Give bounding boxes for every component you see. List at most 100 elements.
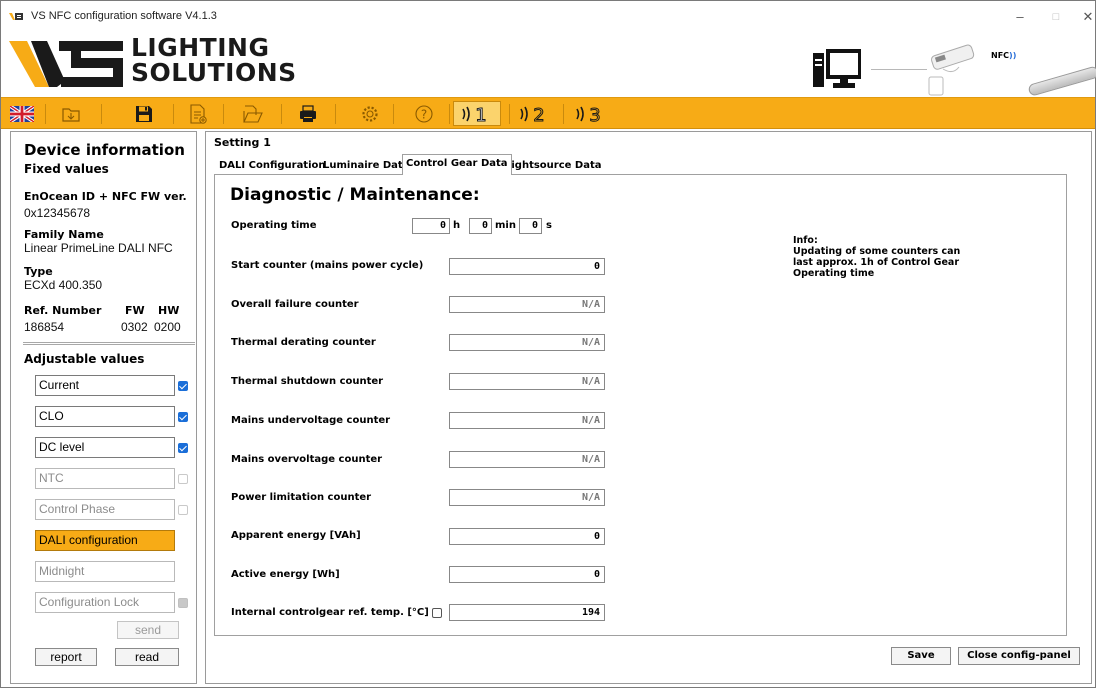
adjustable-clo[interactable]: CLO (35, 406, 175, 427)
close-config-panel-button[interactable]: Close config-panel (958, 647, 1080, 665)
adjustable-values-heading: Adjustable values (24, 352, 145, 366)
brand-wordmark: LIGHTING SOLUTIONS (131, 35, 297, 85)
internal-temp-field[interactable]: 194 (449, 604, 605, 621)
help-icon[interactable]: ? (409, 101, 439, 126)
clo-checkbox[interactable] (178, 412, 188, 422)
overall-failure-field[interactable]: N/A (449, 296, 605, 313)
app-window: VS NFC configuration software V4.1.3 – □… (0, 0, 1096, 688)
internal-temp-checkbox[interactable] (432, 608, 442, 618)
svg-text:2: 2 (533, 105, 544, 125)
report-button[interactable]: report (35, 648, 97, 666)
info-line: last approx. 1h of Control Gear (793, 257, 959, 268)
adjustable-dc-level[interactable]: DC level (35, 437, 175, 458)
overall-failure-label: Overall failure counter (231, 299, 359, 310)
save-button[interactable]: Save (891, 647, 951, 665)
start-counter-label: Start counter (mains power cycle) (231, 260, 424, 271)
info-note: Info: Updating of some counters can last… (793, 235, 973, 279)
active-energy-field[interactable]: 0 (449, 566, 605, 583)
type-value: ECXd 400.350 (24, 278, 103, 292)
internal-temp-label: Internal controlgear ref. temp. [°C] (231, 607, 429, 618)
tab-luminaire-data[interactable]: Luminaire Data (320, 158, 412, 174)
fw-label: FW (125, 304, 145, 317)
toolbar-separator (509, 104, 510, 124)
close-window-button[interactable]: ✕ (1073, 7, 1096, 27)
nfc-setting-1-icon[interactable]: 1 (453, 101, 501, 126)
configuration-lock-checkbox[interactable] (178, 598, 188, 608)
control-gear-data-content: Diagnostic / Maintenance: Operating time… (214, 174, 1067, 636)
hw-label: HW (158, 304, 180, 317)
type-label: Type (24, 265, 53, 278)
dc-level-checkbox[interactable] (178, 443, 188, 453)
thermal-derating-field[interactable]: N/A (449, 334, 605, 351)
device-info-title: Device information (24, 141, 185, 159)
nfc-programmer-icon (928, 44, 975, 96)
power-limitation-field[interactable]: N/A (449, 489, 605, 506)
ref-number-value: 186854 (24, 320, 65, 334)
print-icon[interactable] (293, 101, 323, 126)
operating-minutes-field[interactable]: 0 (469, 218, 492, 234)
ntc-checkbox[interactable] (178, 474, 188, 484)
tab-lightsource-data[interactable]: Lightsource Data (502, 158, 605, 174)
minutes-unit: min (495, 220, 516, 231)
toolbar-separator (223, 104, 224, 124)
adjustable-configuration-lock[interactable]: Configuration Lock (35, 592, 175, 613)
toolbar-separator (563, 104, 564, 124)
brand-line-2: SOLUTIONS (131, 58, 297, 87)
language-uk-flag-icon[interactable] (9, 101, 35, 126)
send-button[interactable]: send (117, 621, 179, 639)
adjustable-current[interactable]: Current (35, 375, 175, 396)
fixed-values-heading: Fixed values (24, 162, 109, 176)
power-limitation-label: Power limitation counter (231, 492, 372, 503)
open-folder-icon[interactable] (49, 101, 93, 126)
minimize-button[interactable]: – (1005, 7, 1035, 27)
toolbar-separator (101, 104, 102, 124)
operating-time-label: Operating time (231, 220, 317, 231)
settings-gear-icon[interactable] (355, 101, 385, 126)
tab-dali-configuration[interactable]: DALI Configuration (216, 158, 329, 174)
start-counter-field[interactable]: 0 (449, 258, 605, 275)
linear-luminaire-icon (1027, 65, 1096, 97)
enocean-label: EnOcean ID + NFC FW ver. (24, 190, 187, 203)
toolbar: ? 1 2 3 (1, 97, 1095, 129)
apparent-energy-field[interactable]: 0 (449, 528, 605, 545)
hours-unit: h (453, 220, 461, 231)
active-energy-label: Active energy [Wh] (231, 569, 340, 580)
thermal-shutdown-field[interactable]: N/A (449, 373, 605, 390)
thermal-shutdown-label: Thermal shutdown counter (231, 376, 384, 387)
brand-header: LIGHTING SOLUTIONS NFC)) (1, 33, 1096, 97)
current-checkbox[interactable] (178, 381, 188, 391)
adjustable-dali-configuration[interactable]: DALI configuration (35, 530, 175, 551)
svg-text:?: ? (421, 107, 427, 121)
setting-title: Setting 1 (214, 136, 271, 149)
tab-control-gear-data[interactable]: Control Gear Data (402, 154, 512, 175)
device-info-panel: Device information Fixed values EnOcean … (10, 131, 197, 684)
control-phase-checkbox[interactable] (178, 505, 188, 515)
config-panel: Setting 1 DALI Configuration Luminaire D… (205, 131, 1092, 684)
mains-overvoltage-label: Mains overvoltage counter (231, 454, 383, 465)
adjustable-midnight[interactable]: Midnight (35, 561, 175, 582)
operating-hours-field[interactable]: 0 (412, 218, 450, 234)
read-button[interactable]: read (115, 648, 179, 666)
fw-value: 0302 (121, 320, 148, 334)
info-line: Operating time (793, 268, 875, 279)
computer-icon (813, 49, 861, 88)
mains-undervoltage-label: Mains undervoltage counter (231, 415, 391, 426)
ref-number-label: Ref. Number (24, 304, 102, 317)
family-name-label: Family Name (24, 228, 104, 241)
mains-undervoltage-field[interactable]: N/A (449, 412, 605, 429)
mains-overvoltage-field[interactable]: N/A (449, 451, 605, 468)
app-icon (9, 13, 23, 20)
vs-logo-icon (9, 41, 123, 87)
adjustable-ntc[interactable]: NTC (35, 468, 175, 489)
nfc-setting-3-icon[interactable]: 3 (569, 101, 613, 126)
operating-seconds-field[interactable]: 0 (519, 218, 542, 234)
open-file-icon[interactable] (237, 101, 269, 126)
adjustable-control-phase[interactable]: Control Phase (35, 499, 175, 520)
nfc-setting-2-icon[interactable]: 2 (513, 101, 557, 126)
save-disk-icon[interactable] (129, 101, 159, 126)
diagnostic-title: Diagnostic / Maintenance: (230, 185, 480, 205)
toolbar-separator (335, 104, 336, 124)
maximize-button[interactable]: □ (1041, 7, 1071, 27)
new-document-icon[interactable] (183, 101, 213, 126)
info-title: Info: (793, 235, 818, 246)
